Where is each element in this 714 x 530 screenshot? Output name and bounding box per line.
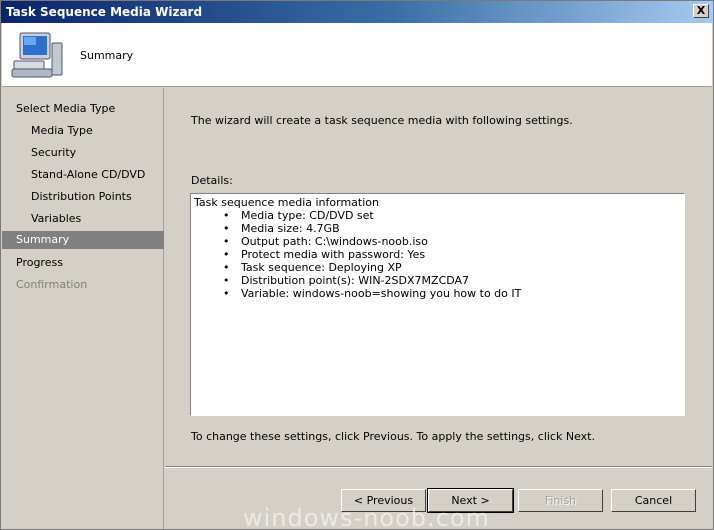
details-line-task-sequence: Task sequence: Deploying XP — [194, 261, 681, 274]
computer-icon — [11, 32, 63, 78]
wizard-steps-sidebar: Select Media Type Media Type Security St… — [2, 88, 164, 529]
cancel-button[interactable]: Cancel — [611, 489, 696, 512]
sidebar-item-variables[interactable]: Variables — [2, 210, 164, 228]
page-title: Summary — [80, 49, 134, 62]
details-line-output-path: Output path: C:\windows-noob.iso — [194, 235, 681, 248]
sidebar-item-summary[interactable]: Summary — [2, 231, 164, 249]
sidebar-item-select-media-type[interactable]: Select Media Type — [2, 100, 164, 118]
sidebar-item-distribution-points[interactable]: Distribution Points — [2, 188, 164, 206]
sidebar-item-security[interactable]: Security — [2, 144, 164, 162]
finish-button: Finish — [518, 489, 603, 512]
sidebar-item-stand-alone-cd-dvd[interactable]: Stand-Alone CD/DVD — [2, 166, 164, 184]
sidebar-item-confirmation: Confirmation — [16, 278, 88, 291]
instructions-text: To change these settings, click Previous… — [191, 430, 595, 443]
details-line-distribution-points: Distribution point(s): WIN-2SDX7MZCDA7 — [194, 274, 681, 287]
close-button[interactable]: X — [693, 4, 709, 18]
sidebar-item-progress[interactable]: Progress — [2, 254, 164, 272]
title-bar[interactable]: Task Sequence Media Wizard X — [1, 1, 713, 23]
details-heading: Task sequence media information — [194, 196, 379, 209]
watermark: windows-noob.com — [243, 504, 490, 530]
details-label: Details: — [191, 174, 233, 187]
wizard-window: Task Sequence Media Wizard X Summary Sel… — [0, 0, 714, 530]
window-title: Task Sequence Media Wizard — [6, 5, 203, 19]
details-line-protect-media: Protect media with password: Yes — [194, 248, 681, 261]
button-separator — [165, 466, 712, 468]
wizard-content: The wizard will create a task sequence m… — [165, 88, 712, 529]
details-line-variable: Variable: windows-noob=showing you how t… — [194, 287, 681, 300]
intro-text: The wizard will create a task sequence m… — [191, 114, 573, 127]
wizard-header: Summary — [2, 23, 712, 87]
sidebar-item-media-type[interactable]: Media Type — [2, 122, 164, 140]
close-icon: X — [696, 4, 706, 17]
details-textbox[interactable]: Task sequence media information Media ty… — [190, 193, 685, 416]
details-line-media-size: Media size: 4.7GB — [194, 222, 681, 235]
details-line-media-type: Media type: CD/DVD set — [194, 209, 681, 222]
